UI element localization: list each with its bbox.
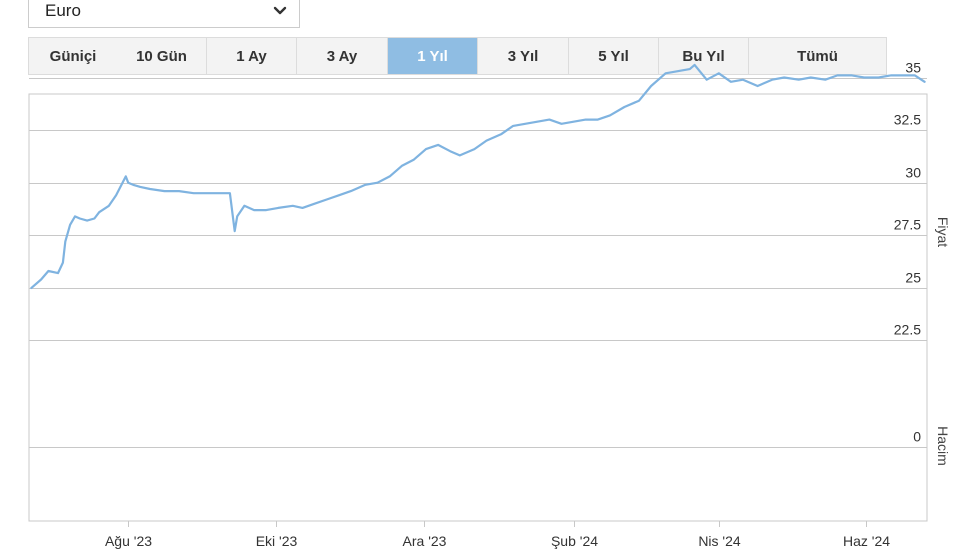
x-tick-label: Ağu '23: [105, 533, 152, 549]
price-axis-label: Fiyat: [935, 217, 951, 247]
y-tick-label: 27.5: [894, 217, 921, 233]
y-tick-label: 22.5: [894, 322, 921, 338]
plot-frame: [28, 93, 928, 522]
chart-svg: 22.5 25 27.5 30 32.5 35 0 Fiyat Hacim Ağu '23 Eki …: [28, 60, 951, 549]
volume-tick-label: 0: [913, 429, 921, 445]
y-tick-label: 30: [905, 165, 921, 181]
x-tick-label: Haz '24: [843, 533, 890, 549]
y-tick-label: 35: [905, 60, 921, 76]
x-tick-label: Şub '24: [551, 533, 598, 549]
x-tick-label: Ara '23: [403, 533, 447, 549]
x-tick-label: Eki '23: [256, 533, 298, 549]
x-tick-label: Nis '24: [698, 533, 741, 549]
volume-axis-label: Hacim: [935, 426, 951, 466]
y-tick-label: 25: [905, 270, 921, 286]
y-tick-label: 32.5: [894, 112, 921, 128]
price-chart: 22.5 25 27.5 30 32.5 35 0 Fiyat Hacim Ağu '23 Eki …: [0, 0, 971, 551]
